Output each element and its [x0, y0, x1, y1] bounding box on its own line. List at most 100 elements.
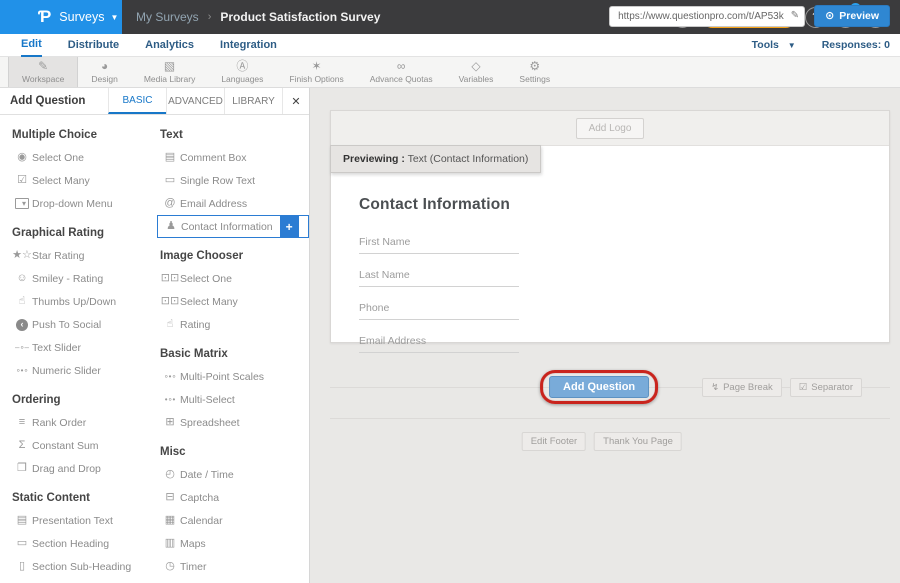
question-type-label: Section Sub-Heading: [32, 561, 131, 573]
question-type-constant-sum[interactable]: ΣConstant Sum: [12, 434, 158, 457]
add-logo-button[interactable]: Add Logo: [576, 118, 645, 139]
question-type-select-many[interactable]: ⊡⊡Select Many: [160, 290, 309, 313]
section-subheading-icon: ▯: [12, 561, 32, 572]
checkbox-icon: ☑: [12, 175, 32, 186]
breadcrumb-my-surveys[interactable]: My Surveys: [136, 10, 199, 24]
nav-tab[interactable]: Analytics: [145, 34, 194, 57]
field-placeholder: Last Name: [359, 269, 410, 281]
question-type-label: Text Slider: [32, 342, 81, 354]
question-type-label: Select Many: [180, 296, 238, 308]
page-title: Product Satisfaction Survey: [220, 10, 380, 24]
preview-button[interactable]: ⊙ Preview: [814, 5, 890, 27]
question-type-single-row-text[interactable]: ▭Single Row Text: [160, 169, 309, 192]
question-type-drop-down-menu[interactable]: ▾Drop-down Menu: [12, 192, 158, 215]
toolbar-item[interactable]: ✎ Workspace: [8, 57, 78, 87]
nav-tab[interactable]: Integration: [220, 34, 277, 57]
panel-tabs: BASICADVANCEDLIBRARY: [108, 88, 282, 114]
question-type-spreadsheet[interactable]: ⊞Spreadsheet: [160, 411, 309, 434]
question-type-maps[interactable]: ▥Maps: [160, 532, 309, 555]
question-type-presentation-text[interactable]: ▤Presentation Text: [12, 509, 158, 532]
panel-tab[interactable]: LIBRARY: [224, 88, 282, 114]
question-type-label: Select One: [180, 273, 232, 285]
question-type-drag-and-drop[interactable]: ❐Drag and Drop: [12, 457, 158, 480]
timer-icon: ◷: [160, 561, 180, 572]
add-question-button[interactable]: Add Question: [549, 376, 649, 398]
question-type-thumbs-up-down[interactable]: ☝Thumbs Up/Down: [12, 290, 158, 313]
toolbar-item[interactable]: ∞ Advance Quotas: [357, 57, 446, 87]
add-contact-information-button[interactable]: +: [280, 215, 299, 238]
design-icon: ◕: [101, 60, 108, 72]
form-title: Contact Information: [359, 196, 889, 214]
toolbar-item[interactable]: ◕ Design: [78, 57, 130, 87]
page-break-button[interactable]: ↯ Page Break: [702, 378, 782, 397]
question-type-select-one[interactable]: ⊡⊡Select One: [160, 267, 309, 290]
edit-footer-button[interactable]: Edit Footer: [522, 432, 586, 451]
calendar-icon: ▦: [160, 515, 180, 526]
toolbar-item[interactable]: ⚙ Settings: [506, 57, 563, 87]
edit-pencil-icon[interactable]: ✎: [791, 10, 799, 21]
toolbar-item[interactable]: ◇ Variables: [446, 57, 507, 87]
panel-header: Add Question BASICADVANCEDLIBRARY ✕: [0, 88, 309, 115]
email-icon: @: [160, 198, 180, 209]
text-field[interactable]: Phone: [359, 298, 519, 320]
thank-you-page-button[interactable]: Thank You Page: [594, 432, 682, 451]
question-type-rating[interactable]: ☝Rating: [160, 313, 309, 336]
question-type-email-address[interactable]: @Email Address: [160, 192, 309, 215]
question-type-label: Multi-Select: [180, 394, 235, 406]
question-type-label: Timer: [180, 561, 206, 573]
question-type-label: Contact Information: [181, 221, 273, 233]
question-type-text-slider[interactable]: –∘–Text Slider: [12, 336, 158, 359]
question-type-smiley-rating[interactable]: ☺Smiley - Rating: [12, 267, 158, 290]
panel-title: Add Question: [0, 88, 108, 114]
tools-menu[interactable]: Tools ▼: [752, 39, 796, 51]
question-type-select-one[interactable]: ◉Select One: [12, 146, 158, 169]
toolbar-item[interactable]: ✶ Finish Options: [276, 57, 356, 87]
rank-order-icon: ≡: [12, 417, 32, 428]
question-type-label: Star Rating: [32, 250, 85, 262]
question-type-section-sub-heading[interactable]: ▯Section Sub-Heading: [12, 555, 158, 578]
question-type-select-many[interactable]: ☑Select Many: [12, 169, 158, 192]
question-type-push-to-social[interactable]: ‹Push To Social: [12, 313, 158, 336]
finish-options-icon: ✶: [312, 60, 322, 72]
question-type-timer[interactable]: ◷Timer: [160, 555, 309, 578]
panel-tab[interactable]: ADVANCED: [166, 88, 224, 114]
question-type-section-heading[interactable]: ▭Section Heading: [12, 532, 158, 555]
captcha-icon: ⊟: [160, 492, 180, 503]
text-slider-icon: –∘–: [12, 344, 32, 352]
question-type-date-time[interactable]: ◴Date / Time: [160, 463, 309, 486]
question-type-label: Select Many: [32, 175, 90, 187]
question-section: Basic Matrix∘•∘Multi-Point Scales•∘•Mult…: [160, 348, 309, 434]
question-type-label: Smiley - Rating: [32, 273, 103, 285]
toolbar-item[interactable]: ▧ Media Library: [131, 57, 209, 87]
question-section: Image Chooser⊡⊡Select One⊡⊡Select Many☝R…: [160, 250, 309, 336]
question-type-numeric-slider[interactable]: ∘•∘Numeric Slider: [12, 359, 158, 382]
add-question-panel: Add Question BASICADVANCEDLIBRARY ✕ Mult…: [0, 88, 310, 583]
question-type-captcha[interactable]: ⊟Captcha: [160, 486, 309, 509]
question-type-multi-select[interactable]: •∘•Multi-Select: [160, 388, 309, 411]
nav-tab[interactable]: Distribute: [68, 34, 119, 57]
question-type-multi-point-scales[interactable]: ∘•∘Multi-Point Scales: [160, 365, 309, 388]
product-switcher[interactable]: Ƥ Surveys ▼: [0, 0, 122, 34]
spreadsheet-icon: ⊞: [160, 417, 180, 428]
responses-count[interactable]: Responses: 0: [822, 39, 890, 51]
toolbar-item[interactable]: Ⓐ Languages: [208, 57, 276, 87]
text-field[interactable]: Email Address: [359, 331, 519, 353]
separator-button[interactable]: ☑ Separator: [790, 378, 862, 397]
text-field[interactable]: Last Name: [359, 265, 519, 287]
question-type-comment-box[interactable]: ▤Comment Box: [160, 146, 309, 169]
close-icon: ✕: [291, 95, 300, 108]
question-type-rank-order[interactable]: ≡Rank Order: [12, 411, 158, 434]
survey-url-input[interactable]: [609, 6, 805, 27]
survey-toolbar: ✎ Workspace ◕ Design ▧ Media Library Ⓐ L…: [0, 57, 900, 88]
close-panel-button[interactable]: ✕: [282, 88, 309, 114]
question-type-star-rating[interactable]: ★☆Star Rating: [12, 244, 158, 267]
question-type-label: Rank Order: [32, 417, 86, 429]
question-type-label: Rating: [180, 319, 210, 331]
question-type-calendar[interactable]: ▦Calendar: [160, 509, 309, 532]
multi-select-icon: •∘•: [160, 396, 180, 404]
main-nav: Edit Distribute Analytics Integration Tools…: [0, 34, 900, 57]
text-field[interactable]: First Name: [359, 232, 519, 254]
nav-tab[interactable]: Edit: [21, 34, 42, 57]
panel-tab[interactable]: BASIC: [108, 88, 166, 114]
question-type-contact-information[interactable]: ♟Contact Information+: [157, 215, 309, 238]
